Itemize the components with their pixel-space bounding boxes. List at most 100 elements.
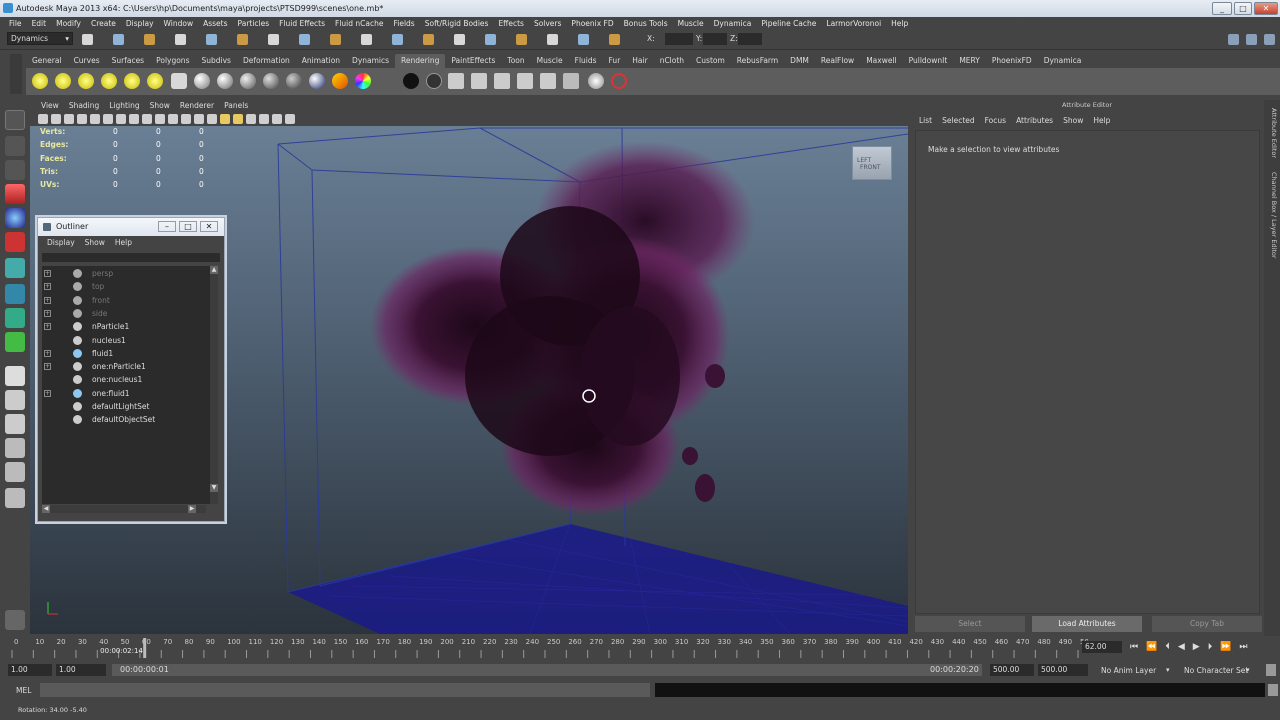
y-coord-field[interactable]: [703, 33, 727, 45]
character-set-label[interactable]: No Character Set: [1184, 666, 1248, 675]
expand-icon[interactable]: +: [44, 309, 51, 317]
outliner-item[interactable]: + top: [42, 280, 202, 293]
panel-menu-view[interactable]: View: [36, 100, 64, 112]
mel-input[interactable]: [40, 683, 650, 697]
outliner-close-button[interactable]: ✕: [200, 221, 218, 232]
current-time-marker[interactable]: [143, 638, 147, 658]
wireframe-icon[interactable]: [181, 114, 191, 124]
expand-icon[interactable]: +: [44, 323, 51, 331]
safe-title-icon[interactable]: [168, 114, 178, 124]
menu-window[interactable]: Window: [159, 17, 199, 30]
grid-toggle-icon[interactable]: [90, 114, 100, 124]
close-button[interactable]: ✕: [1254, 2, 1278, 15]
snap-grid-icon[interactable]: [268, 34, 279, 45]
shelf-tab-curves[interactable]: Curves: [68, 54, 106, 68]
render-current-icon[interactable]: [448, 73, 464, 89]
four-view-layout-icon[interactable]: [5, 390, 25, 410]
current-frame-field[interactable]: 62.00: [1082, 641, 1122, 653]
go-to-start-icon[interactable]: ⏮: [1130, 642, 1146, 652]
attr-menu-selected[interactable]: Selected: [937, 114, 980, 127]
shelf-tab-painteffects[interactable]: PaintEffects: [445, 54, 501, 68]
expand-icon[interactable]: +: [44, 283, 51, 291]
menu-help[interactable]: Help: [886, 17, 913, 30]
directional-light-icon[interactable]: [55, 73, 71, 89]
x-coord-field[interactable]: [665, 33, 693, 45]
menu-fields[interactable]: Fields: [389, 17, 420, 30]
menu-pipeline-cache[interactable]: Pipeline Cache: [756, 17, 821, 30]
menu-effects[interactable]: Effects: [493, 17, 529, 30]
hypershade-layout-icon[interactable]: [5, 462, 25, 482]
animation-end-field[interactable]: 500.00: [1038, 664, 1088, 676]
outliner-item[interactable]: + persp: [42, 267, 202, 280]
anisotropic-material-icon[interactable]: [286, 73, 302, 89]
menu-edit[interactable]: Edit: [27, 17, 52, 30]
show-tool-settings-icon[interactable]: [578, 34, 589, 45]
ambient-light-icon[interactable]: [32, 73, 48, 89]
outliner-vertical-scrollbar[interactable]: ▲ ▼: [210, 266, 218, 504]
rotate-tool-icon[interactable]: [5, 208, 25, 228]
render-globals-icon[interactable]: [516, 34, 527, 45]
shelf-tab-subdivs[interactable]: Subdivs: [195, 54, 236, 68]
shelf-tab-surfaces[interactable]: Surfaces: [106, 54, 150, 68]
image-plane-icon[interactable]: [77, 114, 87, 124]
attr-menu-show[interactable]: Show: [1058, 114, 1088, 127]
channel-box-side-tab[interactable]: Channel Box / Layer Editor: [1266, 172, 1278, 259]
gate-mask-icon[interactable]: [129, 114, 139, 124]
menu-muscle[interactable]: Muscle: [673, 17, 709, 30]
menu-larmorvoronoi[interactable]: LarmorVoronoi: [821, 17, 886, 30]
channel-box-icon[interactable]: [1246, 34, 1257, 45]
attr-menu-attributes[interactable]: Attributes: [1011, 114, 1058, 127]
toolbox-settings-icon[interactable]: [5, 610, 25, 630]
shelf-tab-rebusfarm[interactable]: RebusFarm: [731, 54, 784, 68]
panel-menu-panels[interactable]: Panels: [219, 100, 253, 112]
outliner-item[interactable]: + one:fluid1: [42, 387, 202, 400]
shelf-tab-phoenixfd[interactable]: PhoenixFD: [986, 54, 1038, 68]
outliner-item[interactable]: + side: [42, 307, 202, 320]
expand-icon[interactable]: +: [44, 270, 51, 277]
select-button[interactable]: Select: [915, 616, 1025, 632]
single-perspective-layout-icon[interactable]: [5, 366, 25, 386]
panel-menu-renderer[interactable]: Renderer: [175, 100, 219, 112]
universal-manipulator-icon[interactable]: [5, 258, 25, 278]
film-gate-icon[interactable]: [103, 114, 113, 124]
render-view-icon[interactable]: [540, 73, 556, 89]
soft-mod-tool-icon[interactable]: [5, 284, 25, 304]
shelf-tab-muscle[interactable]: Muscle: [531, 54, 569, 68]
scale-tool-icon[interactable]: [5, 232, 25, 252]
smooth-shade-icon[interactable]: [194, 114, 204, 124]
paint-effects-icon[interactable]: [588, 73, 604, 89]
select-camera-icon[interactable]: [38, 114, 48, 124]
anim-layer-label[interactable]: No Anim Layer: [1101, 666, 1156, 675]
shelf-tab-custom[interactable]: Custom: [690, 54, 731, 68]
menu-particles[interactable]: Particles: [233, 17, 275, 30]
animation-prefs-icon[interactable]: [1266, 664, 1276, 676]
field-chart-icon[interactable]: [142, 114, 152, 124]
scroll-right-icon[interactable]: ▶: [188, 505, 196, 513]
outliner-menu-help[interactable]: Help: [110, 236, 137, 249]
maximize-button[interactable]: □: [1234, 2, 1252, 15]
shelf-tab-fur[interactable]: Fur: [603, 54, 627, 68]
viewcube-left-face[interactable]: LEFT: [857, 157, 871, 164]
spot-light-icon[interactable]: [101, 73, 117, 89]
shadows-icon[interactable]: [233, 114, 243, 124]
layout-icon[interactable]: [1228, 34, 1239, 45]
ramp-shader-icon[interactable]: [332, 73, 348, 89]
attribute-editor-side-tab[interactable]: Attribute Editor: [1266, 108, 1278, 158]
outliner-item[interactable]: defaultObjectSet: [42, 413, 202, 426]
menu-fluid-ncache[interactable]: Fluid nCache: [330, 17, 388, 30]
open-scene-icon[interactable]: [113, 34, 124, 45]
safe-action-icon[interactable]: [155, 114, 165, 124]
outliner-item[interactable]: + nParticle1: [42, 320, 202, 333]
outliner-menu-display[interactable]: Display: [42, 236, 80, 249]
copy-tab-button[interactable]: Copy Tab: [1152, 616, 1262, 632]
outliner-item[interactable]: + one:nParticle1: [42, 360, 202, 373]
snap-curve-icon[interactable]: [299, 34, 310, 45]
panel-menu-show[interactable]: Show: [145, 100, 175, 112]
panel-menu-lighting[interactable]: Lighting: [104, 100, 144, 112]
anim-layer-arrow-icon[interactable]: ▾: [1166, 666, 1170, 674]
outliner-item[interactable]: + fluid1: [42, 347, 202, 360]
paint-select-tool-icon[interactable]: [5, 160, 25, 180]
show-attribute-icon[interactable]: [547, 34, 558, 45]
phong-material-icon[interactable]: [240, 73, 256, 89]
move-tool-icon[interactable]: [5, 184, 25, 204]
